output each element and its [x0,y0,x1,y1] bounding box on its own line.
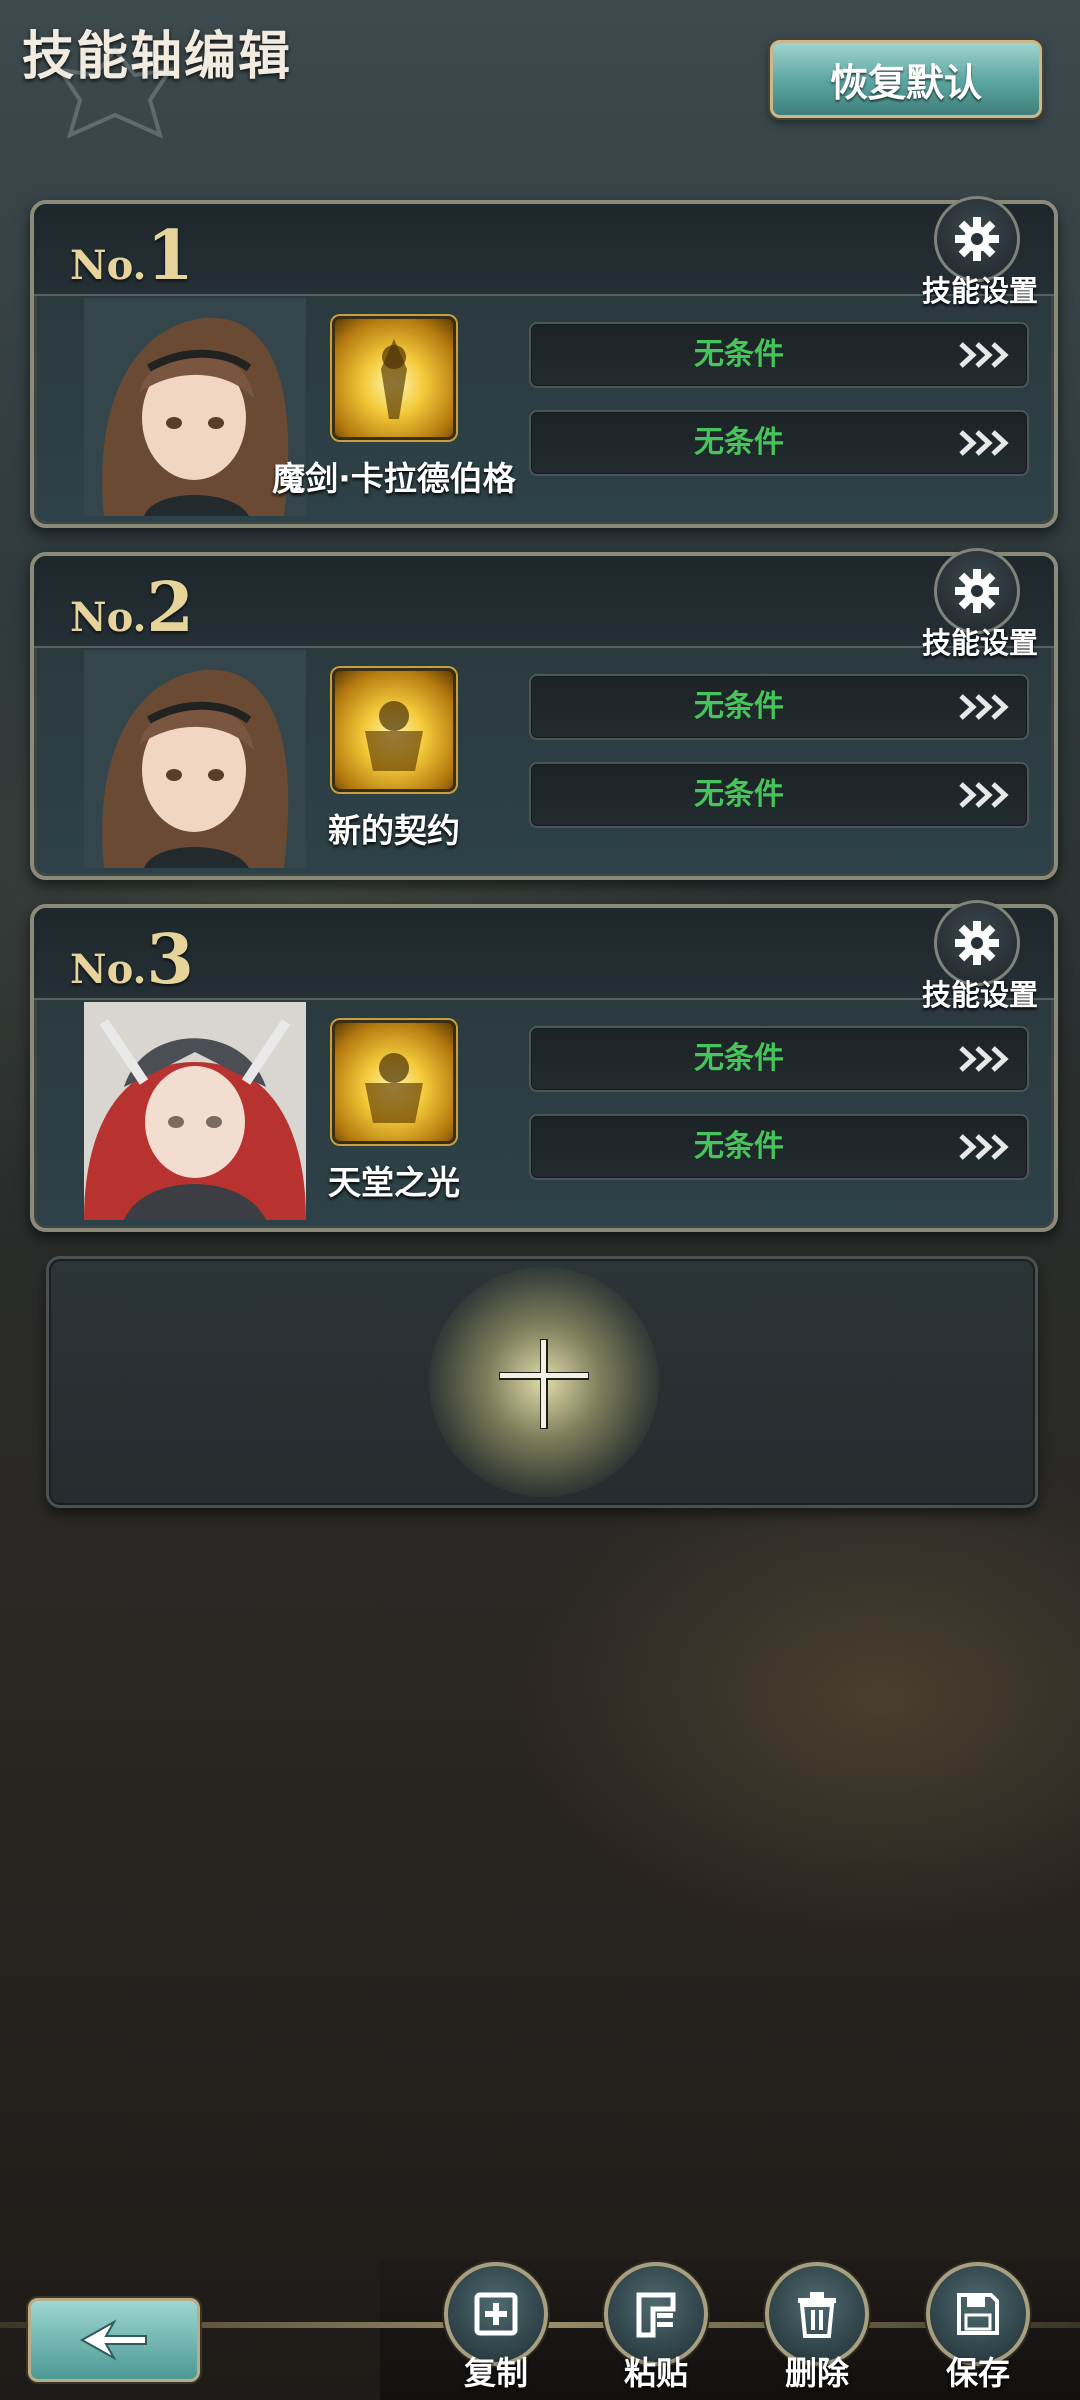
chevron-triple-right-icon [959,430,1009,456]
copy-icon [474,2292,518,2336]
skill-settings-button[interactable]: 技能设置 [922,196,1038,310]
save-icon [957,2293,999,2335]
condition-row[interactable]: 无条件 [529,1026,1029,1092]
skill-icon[interactable] [332,316,456,440]
skill-name: 魔剑·卡拉德伯格 [272,459,516,498]
card-number: No.3 [70,920,194,1000]
condition-row[interactable]: 无条件 [529,322,1029,388]
chevron-triple-right-icon [959,342,1009,368]
skill-name: 新的契约 [328,811,460,850]
skill-card-2: No.2 技能设置 新的契约 无条件 无条件 [30,548,1058,880]
chevron-triple-right-icon [959,782,1009,808]
chevron-triple-right-icon [959,1134,1009,1160]
crest-emblem [55,46,175,139]
paste-button[interactable]: 粘贴 [601,2262,711,2394]
copy-button[interactable]: 复制 [441,2262,551,2394]
paste-icon [636,2292,676,2338]
skill-settings-button[interactable]: 技能设置 [922,548,1038,662]
reset-default-button[interactable]: 恢复默认 [770,40,1042,118]
skill-card-3: No.3 技能设置 天堂之光 无条件 无条件 [30,900,1058,1232]
card-number: No.2 [70,568,194,648]
skill-name: 天堂之光 [328,1163,460,1202]
back-button[interactable] [28,2298,200,2382]
plus-icon [499,1339,589,1429]
card-number: No.1 [70,216,194,296]
skill-card-1: No.1 技能设置 魔剑·卡拉德伯格 无条件 无条件 [30,196,1058,528]
add-skill-button[interactable] [46,1256,1038,1508]
condition-row[interactable]: 无条件 [529,410,1029,476]
back-arrow-icon [79,2319,147,2361]
skill-settings-button[interactable]: 技能设置 [922,900,1038,1014]
trash-icon [798,2292,836,2338]
chevron-triple-right-icon [959,1046,1009,1072]
condition-row[interactable]: 无条件 [529,762,1029,828]
condition-row[interactable]: 无条件 [529,1114,1029,1180]
save-button[interactable]: 保存 [923,2262,1033,2394]
delete-button[interactable]: 删除 [762,2262,872,2394]
skill-icon[interactable] [332,668,456,792]
chevron-triple-right-icon [959,694,1009,720]
condition-row[interactable]: 无条件 [529,674,1029,740]
skill-icon[interactable] [332,1020,456,1144]
